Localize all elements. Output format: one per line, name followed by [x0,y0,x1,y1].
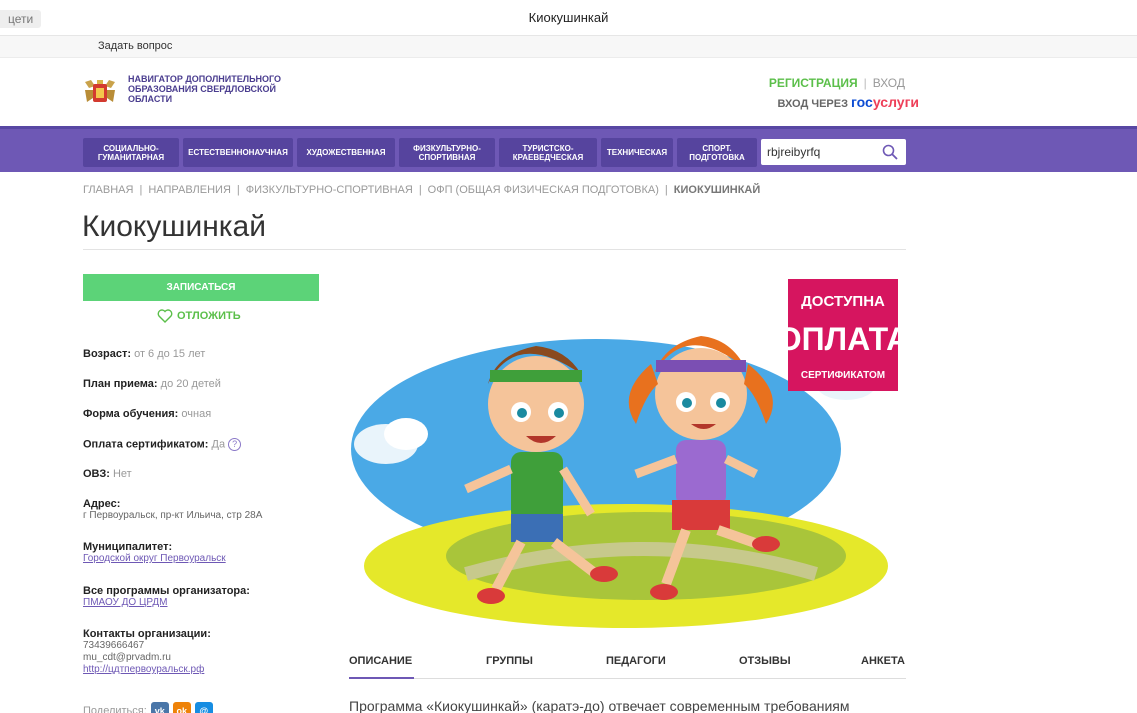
tab-teachers[interactable]: Педагоги [606,655,666,667]
plan-value: до 20 детей [160,378,221,390]
promo-badge-line-2: ОПЛАТА [777,321,906,357]
contacts-site-link[interactable]: http://цдтпервоуральск.рф [83,664,211,676]
vk-icon[interactable]: vk [150,702,169,713]
nav-item-sports[interactable]: Физкультурно-спортивная [399,138,495,167]
share-label: Поделиться: [83,705,147,713]
breadcrumb-separator: | [139,184,143,196]
contacts-info: Контакты организации: 73439666467 mu_cdt… [83,628,211,676]
breadcrumb-ofp[interactable]: ОФП (общая физическая подготовка) [428,184,659,196]
search-input[interactable] [761,139,881,165]
contacts-label: Контакты организации: [83,628,211,640]
nav-item-technical[interactable]: Техническая [601,138,673,167]
program-tabs: Описание Группы Педагоги Отзывы Анкета [349,655,906,679]
ovz-label: ОВЗ: [83,468,110,480]
breadcrumb-directions[interactable]: Направления [148,184,231,196]
age-label: Возраст: [83,348,131,360]
form-info: Форма обучения: очная [83,408,211,420]
logo-line-2: образования Свердловской [128,84,276,94]
uslugi-text: услуги [872,94,919,110]
nav-item-social-humanitarian[interactable]: Социально-гуманитарная [83,138,179,167]
gos-text: гос [851,94,873,110]
moimir-icon[interactable]: @ [194,702,213,713]
address-label: Адрес: [83,498,121,510]
breadcrumb-separator: | [236,184,240,196]
contacts-email[interactable]: mu_cdt@prvadm.ru [83,652,211,664]
auth-links: Регистрация | Вход [769,76,905,90]
ovz-info: ОВЗ: Нет [83,468,132,480]
login-link[interactable]: Вход [873,76,905,90]
plan-label: План приема: [83,378,158,390]
breadcrumb-current: Киокушинкай [673,184,761,196]
nav-item-art[interactable]: Художественная [297,138,395,167]
active-tab-indicator [349,677,414,679]
tab-groups[interactable]: Группы [486,655,533,667]
address-value: г Первоуральск, пр-кт Ильича, стр 28А [83,510,263,521]
nav-item-sport-training[interactable]: Спорт. подготовка [677,138,757,167]
postpone-button[interactable]: Отложить [157,309,241,323]
tab-questionnaire[interactable]: Анкета [861,655,905,667]
ask-question-link[interactable]: Задать вопрос [98,40,172,52]
breadcrumb: Главная | Направления | Физкультурно-спортив… [83,184,760,196]
auth-separator: | [863,76,867,90]
contacts-phone: 73439666467 [83,640,145,651]
programs-info: Все программы организатора: ПМАОУ ДО ЦРД… [83,585,250,609]
municipality-info: Муниципалитет: Городской округ Первоурал… [83,541,226,565]
certificate-info: Оплата сертификатом: Да ? [83,438,242,451]
form-value: очная [181,408,212,420]
top-utility-bar: Задать вопрос [0,36,1137,58]
coat-of-arms-logo[interactable] [83,78,117,106]
plan-info: План приема: до 20 детей [83,378,221,390]
certificate-value: Да [211,438,226,451]
site-logo-text[interactable]: Навигатор дополнительного образования Св… [128,74,328,104]
browser-title-bar: цети Киокушинкай [0,0,1137,36]
programs-label: Все программы организатора: [83,585,250,597]
search-icon[interactable] [882,144,898,160]
search-box [761,139,906,165]
municipality-link[interactable]: Городской округ Первоуральск [83,553,226,565]
municipality-label: Муниципалитет: [83,541,173,553]
nav-item-tourism[interactable]: Туристско-краеведческая [499,138,597,167]
window-title: Киокушинкай [528,10,609,25]
breadcrumb-separator: | [418,184,422,196]
login-via-label: ВХОД ЧЕРЕЗ [777,98,848,110]
logo-line-3: области [128,94,173,104]
age-value: от 6 до 15 лет [134,348,206,360]
page-title: Киокушинкай [82,210,266,243]
program-description: Программа «Киокушинкай» (каратэ-до) отве… [349,698,850,713]
title-divider [83,249,906,250]
nav-item-natural-science[interactable]: Естественнонаучная [183,138,293,167]
help-icon[interactable]: ? [228,438,242,451]
program-illustration: ДОСТУПНА ОПЛАТА СЕРТИФИКАТОМ [351,279,906,628]
tab-description[interactable]: Описание [349,655,412,667]
logo-line-1: Навигатор дополнительного [128,74,282,84]
odnoklassniki-icon[interactable]: ok [172,702,191,713]
main-navigation: Социально-гуманитарная Естественнонаучна… [0,126,1137,172]
form-label: Форма обучения: [83,408,179,420]
heart-icon [157,309,173,323]
address-info: Адрес: г Первоуральск, пр-кт Ильича, стр… [83,498,262,522]
share-bar: Поделиться: vk ok @ [83,702,213,713]
organizer-programs-link[interactable]: ПМАОУ ДО ЦРДМ [83,597,250,609]
postpone-label: Отложить [177,310,241,322]
ovz-value: Нет [112,468,132,480]
certificate-label: Оплата сертификатом: [83,438,209,451]
promo-badge-line-3: СЕРТИФИКАТОМ [801,370,885,381]
tab-reviews[interactable]: Отзывы [739,655,791,667]
register-link[interactable]: Регистрация [769,76,858,90]
breadcrumb-separator: | [664,184,668,196]
breadcrumb-home[interactable]: Главная [83,184,133,196]
promo-badge-line-1: ДОСТУПНА [801,293,885,310]
gosuslugi-login-link[interactable]: ВХОД ЧЕРЕЗ госуслуги [777,94,919,110]
enroll-button[interactable]: Записаться [83,274,319,301]
breadcrumb-sports[interactable]: Физкультурно-спортивная [246,184,413,196]
age-info: Возраст: от 6 до 15 лет [83,348,205,360]
